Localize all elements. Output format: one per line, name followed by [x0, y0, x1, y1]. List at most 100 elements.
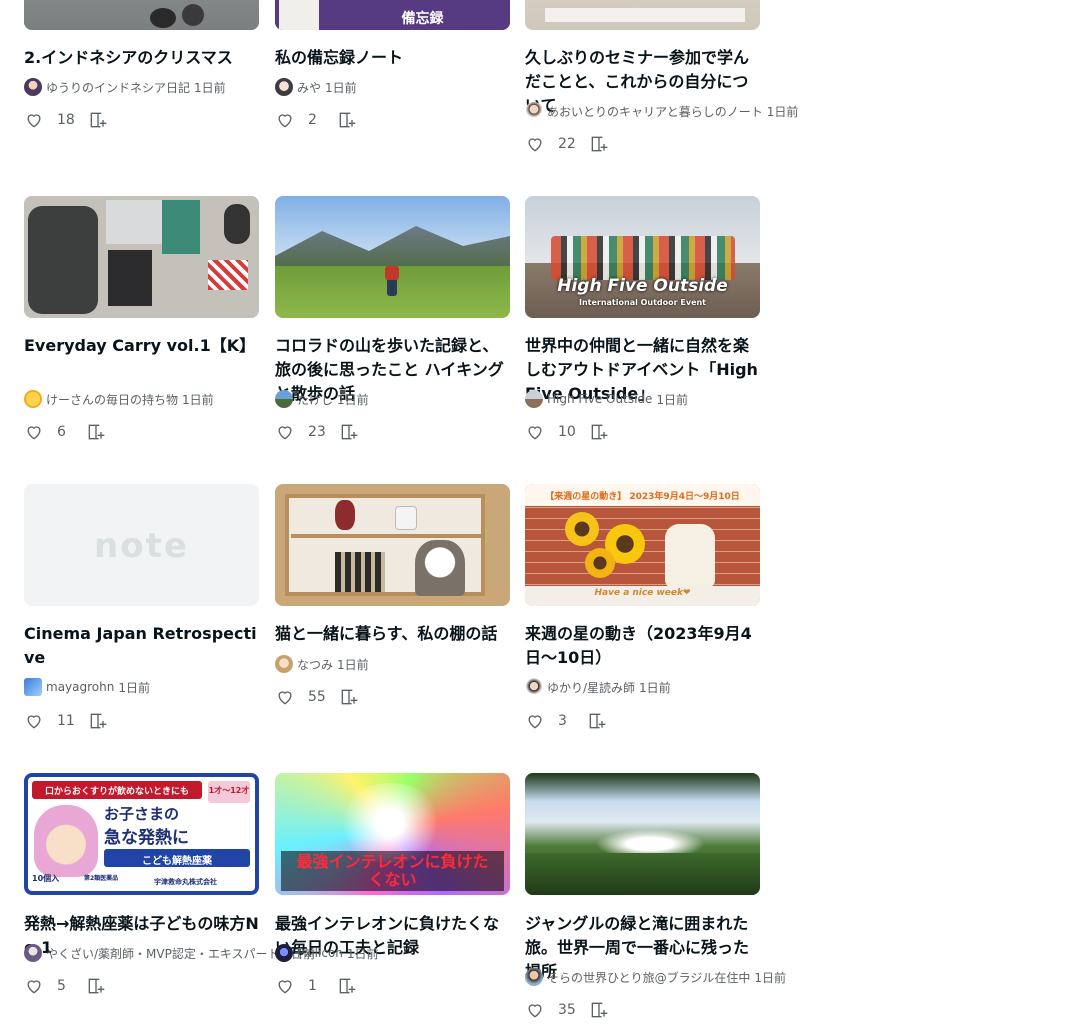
author-avatar[interactable]: [525, 968, 543, 986]
like-button[interactable]: [525, 1000, 545, 1020]
package-age: 1才～12才: [208, 786, 250, 795]
author-name[interactable]: けーさんの毎日の持ち物: [46, 391, 178, 408]
author-name[interactable]: mayagrohn: [46, 680, 114, 694]
article-card[interactable]: 【来週の星の動き】 2023年9月4日～9月10日 Have a nice we…: [525, 484, 760, 734]
article-actions: 23: [275, 420, 359, 444]
add-to-magazine-button[interactable]: [86, 976, 106, 996]
article-thumbnail[interactable]: [525, 0, 760, 30]
article-title[interactable]: 猫と一緒に暮らす、私の棚の話: [275, 622, 510, 646]
add-to-magazine-button[interactable]: [337, 976, 357, 996]
like-button[interactable]: [24, 711, 44, 731]
article-meta: High Five Outside 1日前: [525, 390, 688, 408]
article-card[interactable]: High Five Outside International Outdoor …: [525, 196, 760, 446]
article-card[interactable]: 備忘録 私の備忘録ノート みや 1日前 2: [275, 0, 510, 150]
article-card[interactable]: 口からおくすりが飲めないときにも 1才～12才 お子さまの 急な発熱に こども解…: [24, 773, 315, 1003]
author-name[interactable]: なつみ: [297, 656, 333, 673]
like-button[interactable]: [275, 687, 295, 707]
article-card[interactable]: 猫と一緒に暮らす、私の棚の話 なつみ 1日前 55: [275, 484, 510, 714]
author-name[interactable]: あおいとりのキャリアと暮らしのノート: [547, 103, 763, 120]
article-meta: ゆうりのインドネシア日記 1日前: [24, 78, 226, 96]
article-actions: 5: [24, 974, 106, 998]
add-to-magazine-button[interactable]: [88, 711, 108, 731]
article-title[interactable]: Cinema Japan Retrospective: [24, 622, 259, 670]
add-to-magazine-button[interactable]: [589, 1000, 609, 1020]
article-thumbnail[interactable]: [24, 0, 259, 30]
article-title[interactable]: 来週の星の動き（2023年9月4日〜10日）: [525, 622, 760, 670]
article-thumbnail[interactable]: 最強インテレオンに負けたくない: [275, 773, 510, 895]
author-avatar[interactable]: [525, 390, 543, 408]
author-avatar[interactable]: [24, 78, 42, 96]
magazine-add-icon: [90, 112, 107, 128]
add-to-magazine-button[interactable]: [339, 422, 359, 442]
add-to-magazine-button[interactable]: [339, 687, 359, 707]
author-name[interactable]: ゆうりのインドネシア日記: [46, 79, 190, 96]
add-to-magazine-button[interactable]: [589, 422, 609, 442]
author-name[interactable]: たけし: [297, 391, 333, 408]
author-avatar[interactable]: [275, 78, 293, 96]
article-thumbnail[interactable]: 備忘録: [275, 0, 510, 30]
article-thumbnail[interactable]: [24, 196, 259, 318]
author-avatar[interactable]: [275, 655, 293, 673]
article-thumbnail[interactable]: 口からおくすりが飲めないときにも 1才～12才 お子さまの 急な発熱に こども解…: [24, 773, 259, 895]
author-avatar[interactable]: [24, 944, 42, 962]
article-meta: ゆかり/星読み師 1日前: [525, 678, 671, 696]
like-button[interactable]: [275, 110, 295, 130]
article-meta: そらの世界ひとり旅@ブラジル在住中 1日前: [525, 968, 786, 986]
article-card[interactable]: コロラドの山を歩いた記録と、旅の後に思ったこと ハイキングと散歩の話 たけし 1…: [275, 196, 510, 446]
add-to-magazine-button[interactable]: [337, 110, 357, 130]
article-title[interactable]: 2.インドネシアのクリスマス: [24, 46, 259, 70]
like-count: 6: [57, 424, 66, 440]
add-to-magazine-button[interactable]: [587, 711, 607, 731]
article-actions: 22: [525, 132, 609, 156]
article-card[interactable]: 2.インドネシアのクリスマス ゆうりのインドネシア日記 1日前 18: [24, 0, 259, 150]
package-title-2: 急な発熱に: [104, 828, 189, 848]
add-to-magazine-button[interactable]: [88, 110, 108, 130]
author-name[interactable]: ゆかり/星読み師: [547, 679, 635, 696]
author-name[interactable]: そらの世界ひとり旅@ブラジル在住中: [547, 969, 750, 986]
author-avatar[interactable]: [24, 390, 42, 408]
article-card[interactable]: note Cinema Japan Retrospective mayagroh…: [24, 484, 259, 734]
post-time: 1日前: [337, 657, 369, 672]
heart-icon: [27, 715, 41, 729]
add-to-magazine-button[interactable]: [589, 134, 609, 154]
like-button[interactable]: [525, 422, 545, 442]
package-count: 10個入: [32, 874, 60, 883]
heart-icon: [528, 1004, 542, 1018]
article-thumbnail[interactable]: 【来週の星の動き】 2023年9月4日～9月10日 Have a nice we…: [525, 484, 760, 606]
author-name[interactable]: みや: [297, 79, 321, 96]
magazine-add-icon: [341, 689, 358, 705]
author-avatar[interactable]: [275, 944, 293, 962]
article-thumbnail[interactable]: [275, 484, 510, 606]
article-actions: 10: [525, 420, 609, 444]
like-button[interactable]: [24, 422, 44, 442]
article-title[interactable]: 私の備忘録ノート: [275, 46, 510, 70]
like-button[interactable]: [525, 134, 545, 154]
article-card[interactable]: Everyday Carry vol.1【K】 けーさんの毎日の持ち物 1日前 …: [24, 196, 259, 446]
article-thumbnail[interactable]: [275, 196, 510, 318]
author-avatar[interactable]: [275, 390, 293, 408]
like-button[interactable]: [24, 110, 44, 130]
author-name[interactable]: High Five Outside: [547, 392, 652, 406]
article-meta: みや 1日前: [275, 78, 357, 96]
article-thumbnail[interactable]: High Five Outside International Outdoor …: [525, 196, 760, 318]
magazine-add-icon: [591, 136, 608, 152]
article-thumbnail[interactable]: note: [24, 484, 259, 606]
like-button[interactable]: [275, 422, 295, 442]
like-button[interactable]: [525, 711, 545, 731]
author-name[interactable]: Pxilicon: [297, 946, 343, 960]
like-button[interactable]: [24, 976, 44, 996]
add-to-magazine-button[interactable]: [86, 422, 106, 442]
article-card[interactable]: ジャングルの緑と滝に囲まれた旅。世界一周で一番心に残った場所 そらの世界ひとり旅…: [525, 773, 786, 1024]
article-card[interactable]: 久しぶりのセミナー参加で学んだことと、これからの自分について あおいとりのキャリ…: [525, 0, 798, 174]
author-avatar[interactable]: [525, 102, 543, 120]
article-meta: あおいとりのキャリアと暮らしのノート 1日前: [525, 102, 798, 120]
article-thumbnail[interactable]: [525, 773, 760, 895]
article-card[interactable]: 最強インテレオンに負けたくない 最強インテレオンに負けたくない毎日の工夫と記録 …: [275, 773, 510, 1003]
author-name[interactable]: やくざい/薬剤師・MVP認定・エキスパート: [46, 945, 279, 962]
article-title[interactable]: Everyday Carry vol.1【K】: [24, 334, 259, 358]
heart-icon: [278, 980, 292, 994]
author-avatar[interactable]: [525, 678, 543, 696]
author-avatar[interactable]: [24, 678, 42, 696]
heart-icon: [528, 426, 542, 440]
like-button[interactable]: [275, 976, 295, 996]
